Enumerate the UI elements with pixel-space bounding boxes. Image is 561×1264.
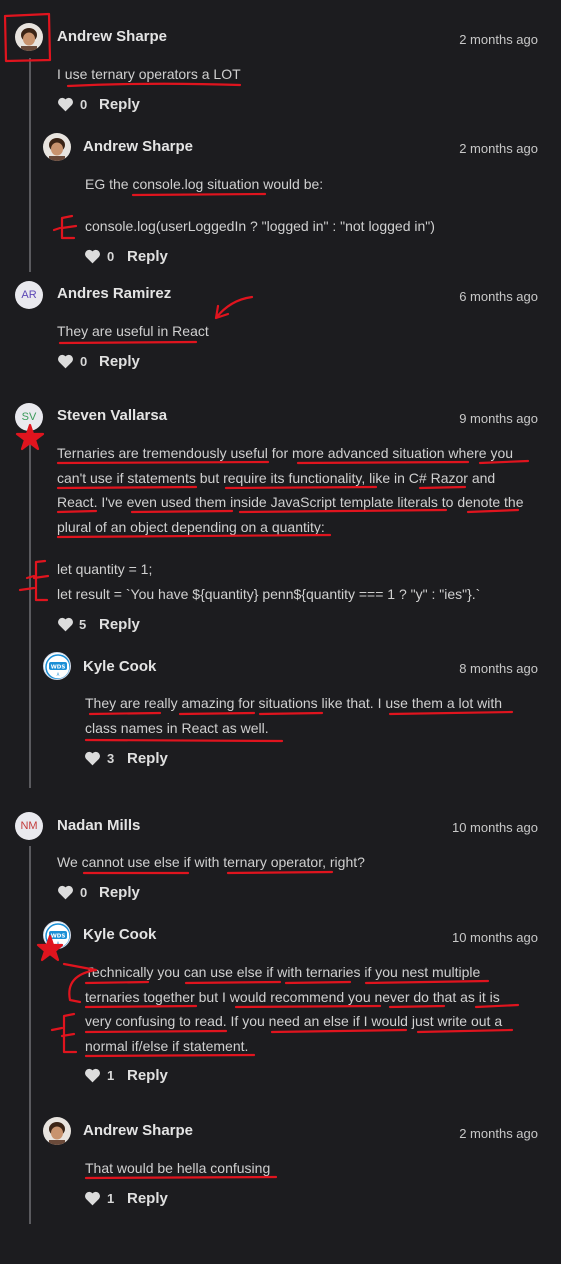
comment-author[interactable]: Andres Ramirez [57, 285, 171, 302]
comment-author[interactable]: Andrew Sharpe [83, 138, 193, 155]
comment-timestamp: 9 months ago [459, 411, 538, 426]
like-heart-icon[interactable] [57, 885, 74, 900]
comment-text: very confusing to read. If you need an e… [85, 1013, 503, 1029]
avatar[interactable] [43, 1117, 71, 1145]
comment-timestamp: 2 months ago [459, 141, 538, 156]
comment-author[interactable]: Andrew Sharpe [83, 1122, 193, 1139]
like-heart-icon[interactable] [84, 249, 101, 264]
comment-timestamp: 10 months ago [451, 930, 538, 945]
like-count: 1 [107, 1191, 115, 1206]
comment-text: plural of an object depending on a quant… [57, 519, 325, 535]
comment-timestamp: 6 months ago [459, 289, 538, 304]
like-count: 0 [80, 97, 88, 112]
comment-timestamp: 2 months ago [459, 1126, 538, 1141]
comment-text: class names in React as well. [85, 720, 269, 736]
like-heart-icon[interactable] [84, 1068, 101, 1083]
like-heart-icon[interactable] [57, 617, 74, 632]
like-heart-icon[interactable] [57, 354, 74, 369]
avatar-initials[interactable]: SV [15, 403, 43, 431]
comment-text: They are useful in React [57, 323, 209, 339]
like-count: 1 [107, 1068, 115, 1083]
comment-author[interactable]: Kyle Cook [83, 658, 156, 675]
reply-button[interactable]: Reply [127, 248, 168, 265]
reply-button[interactable]: Reply [127, 1190, 168, 1207]
reply-button[interactable]: Reply [99, 353, 140, 370]
reply-button[interactable]: Reply [99, 96, 140, 113]
like-count: 3 [107, 751, 115, 766]
code-line: console.log(userLoggedIn ? "logged in" :… [85, 218, 435, 234]
like-count: 0 [107, 249, 115, 264]
comment-text: I use ternary operators a LOT [57, 66, 241, 82]
svg-text:A: A [57, 672, 60, 677]
comment-text: We cannot use else if with ternary opera… [57, 854, 365, 870]
comment-timestamp: 10 months ago [451, 820, 538, 835]
comment-author[interactable]: Andrew Sharpe [57, 28, 167, 45]
comment-author[interactable]: Nadan Mills [57, 817, 140, 834]
like-heart-icon[interactable] [84, 751, 101, 766]
annotation-bracket [52, 214, 78, 240]
comment-text: That would be hella confusing [85, 1160, 271, 1176]
svg-text:WDS: WDS [51, 665, 66, 671]
reply-button[interactable]: Reply [127, 1067, 168, 1084]
comment-text: Technically you can use else if with ter… [85, 964, 481, 980]
comment-timestamp: 8 months ago [459, 661, 538, 676]
comment-text: ternaries together but I would recommend… [85, 989, 500, 1005]
avatar-initials[interactable]: AR [15, 281, 43, 309]
like-count: 0 [80, 885, 88, 900]
like-count: 5 [79, 617, 87, 632]
thread-line [29, 436, 31, 788]
avatar-initials[interactable]: NM [15, 812, 43, 840]
reply-button[interactable]: Reply [99, 616, 140, 633]
like-count: 0 [80, 354, 88, 369]
avatar[interactable] [43, 133, 71, 161]
comment-text: Ternaries are tremendously useful for mo… [57, 445, 514, 461]
comment-text: normal if/else if statement. [85, 1038, 249, 1054]
code-line: let quantity = 1; [57, 561, 153, 577]
annotation-bracket [18, 559, 50, 602]
comment-text: can't use if statements but require its … [57, 470, 496, 486]
comment-text: React. I've even used them inside JavaSc… [57, 494, 524, 510]
code-line: let result = `You have ${quantity} penn$… [57, 586, 481, 602]
comment-text: EG the console.log situation would be: [85, 176, 324, 192]
like-heart-icon[interactable] [84, 1191, 101, 1206]
thread-line [29, 58, 31, 272]
avatar[interactable]: WDS A [43, 652, 71, 680]
annotation-bracket [50, 1012, 78, 1054]
avatar[interactable]: WDS A [43, 921, 71, 949]
avatar[interactable] [15, 23, 43, 51]
like-heart-icon[interactable] [57, 97, 74, 112]
reply-button[interactable]: Reply [99, 884, 140, 901]
comment-author[interactable]: Kyle Cook [83, 926, 156, 943]
thread-line [29, 846, 31, 1224]
reply-button[interactable]: Reply [127, 750, 168, 767]
comment-text: They are really amazing for situations l… [85, 695, 503, 711]
comment-timestamp: 2 months ago [459, 32, 538, 47]
annotation-arrow [214, 295, 254, 320]
comment-author[interactable]: Steven Vallarsa [57, 407, 167, 424]
svg-text:WDS: WDS [51, 934, 66, 940]
svg-text:A: A [57, 941, 60, 946]
